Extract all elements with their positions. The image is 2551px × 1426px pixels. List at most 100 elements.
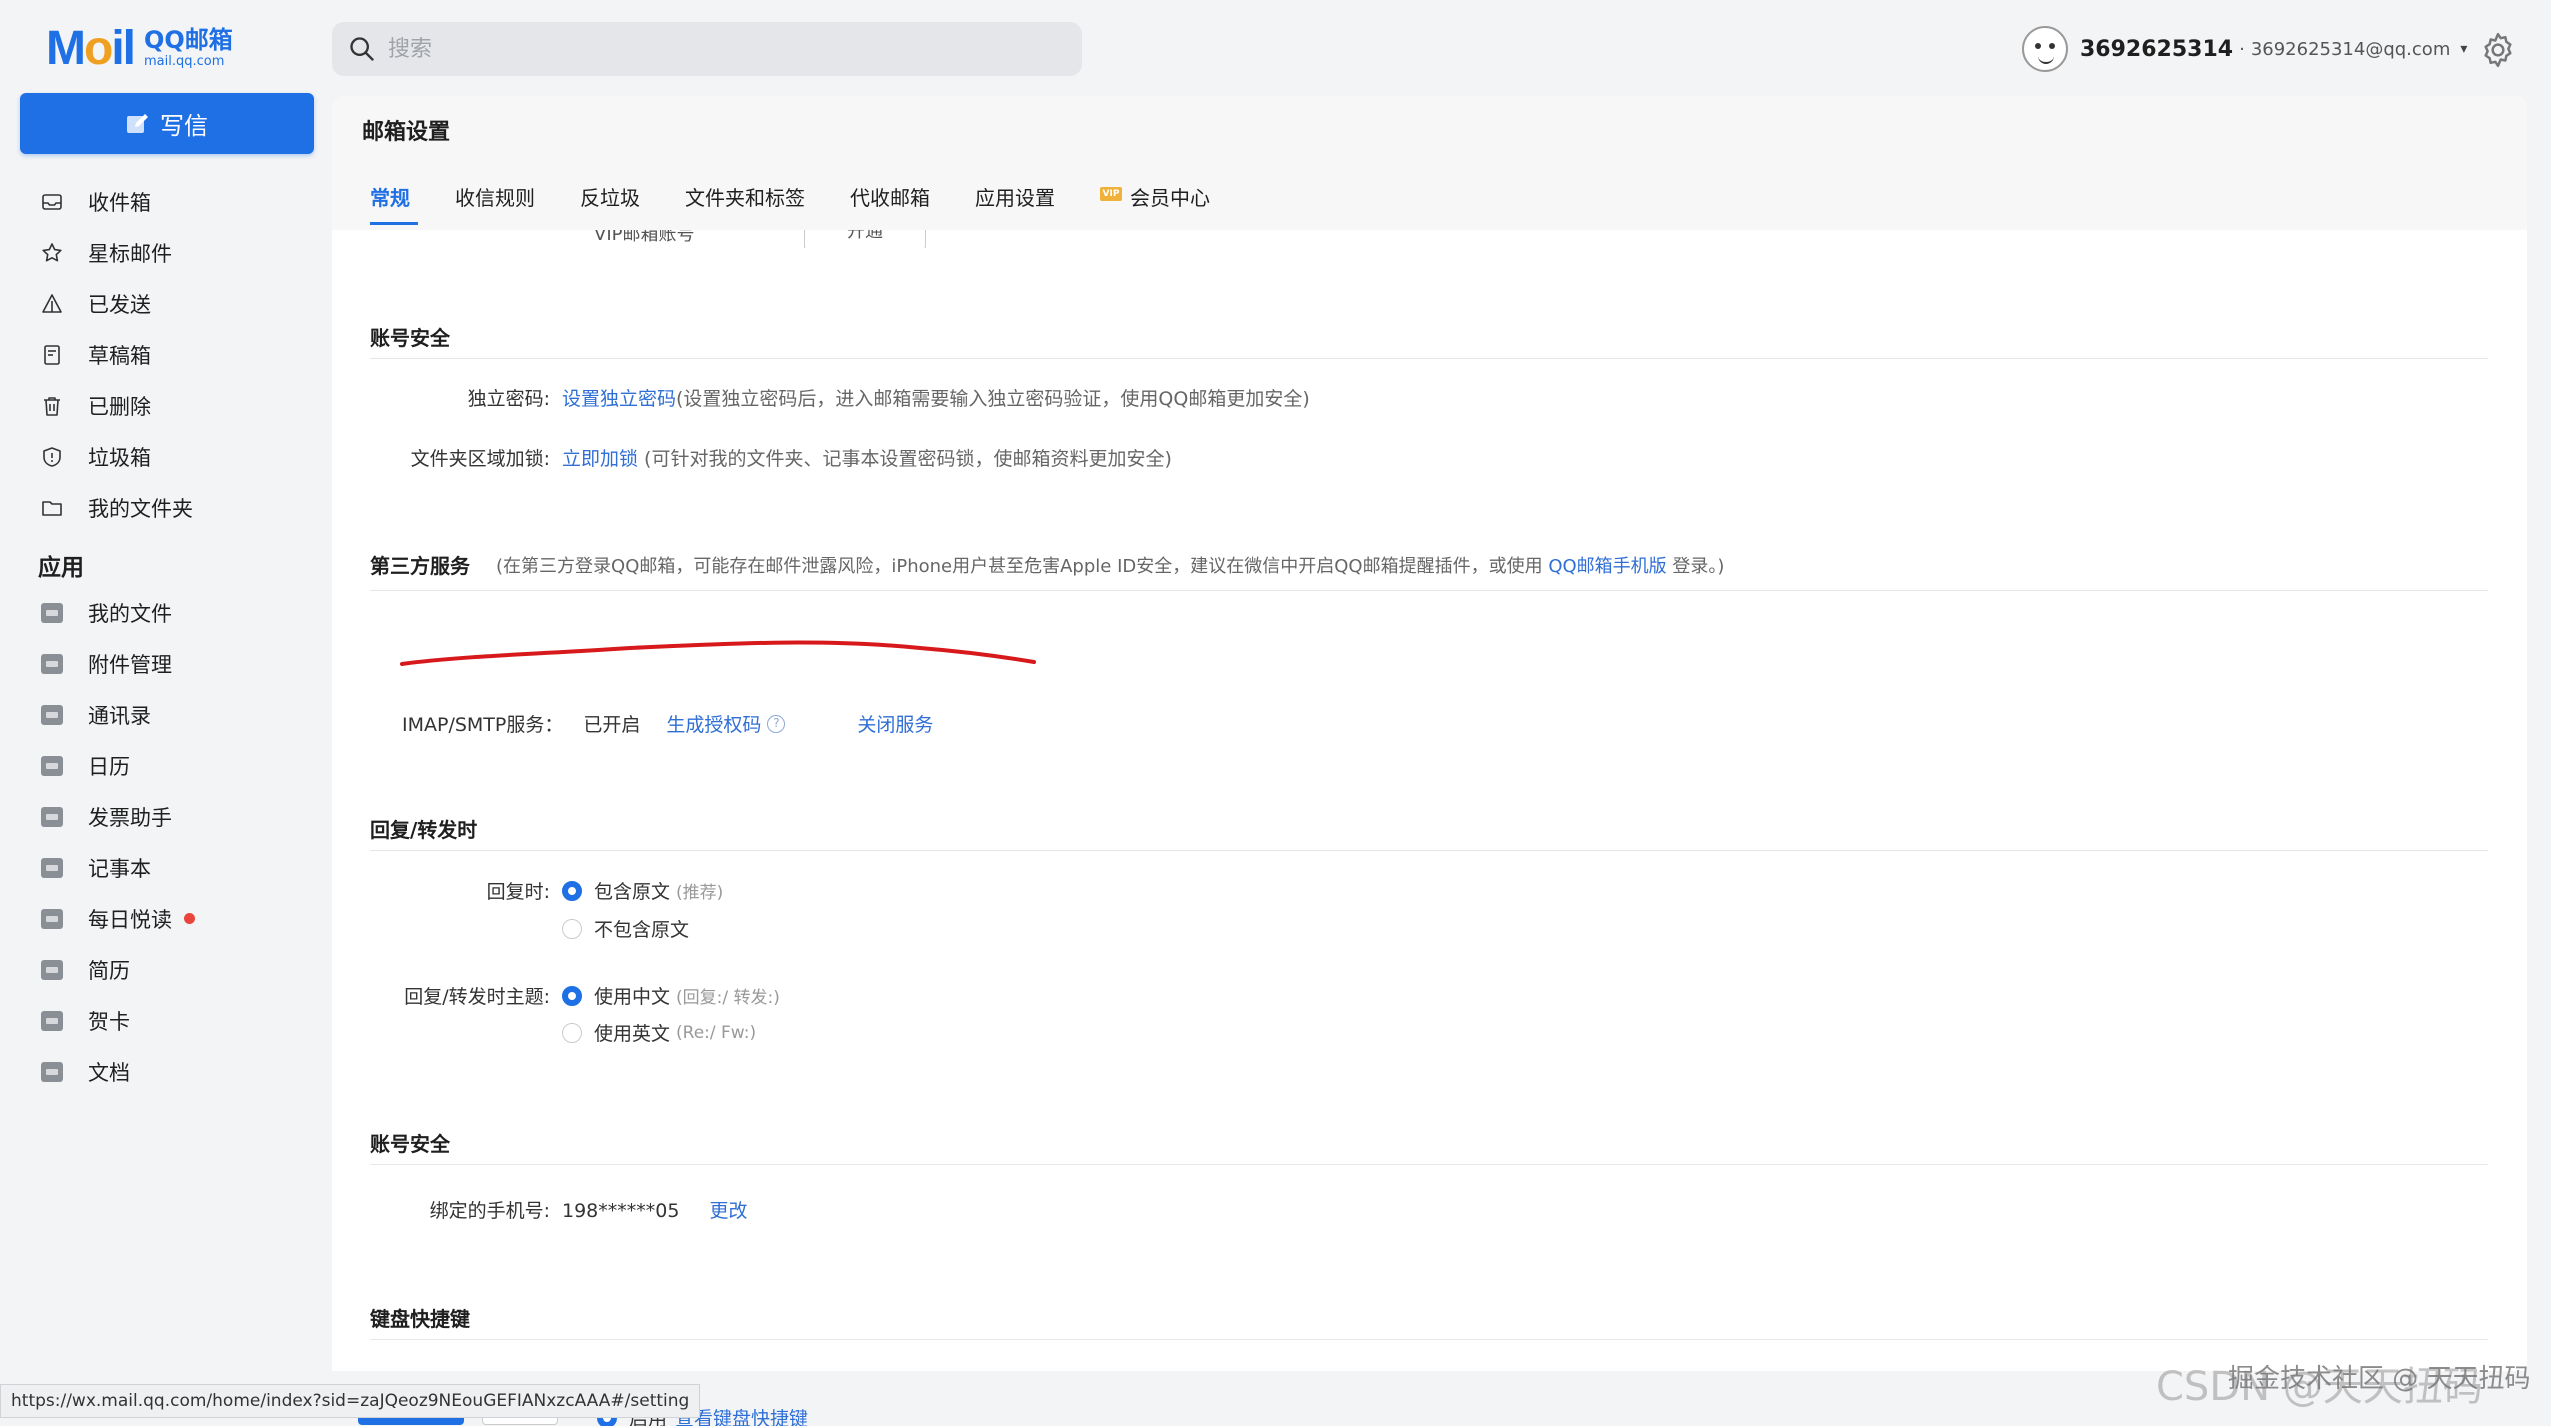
vip-icon: VIP (1100, 187, 1122, 201)
radio-include-original[interactable] (562, 880, 582, 901)
logo-url: mail.qq.com (143, 54, 225, 69)
app-item-contacts[interactable]: 通讯录 (38, 689, 195, 740)
app-item-notepad[interactable]: 记事本 (38, 842, 195, 893)
change-phone-link[interactable]: 更改 (710, 1200, 748, 1222)
keyboard-section: 键盘快捷键 (370, 1303, 2488, 1340)
app-item-greeting-card[interactable]: 贺卡 (38, 995, 195, 1046)
page-title: 邮箱设置 (362, 120, 451, 145)
tab-anti-spam[interactable]: 反垃圾 (580, 182, 640, 224)
folder-icon (38, 494, 66, 522)
tab-vip-center[interactable]: VIP 会员中心 (1100, 182, 1210, 224)
draft-icon (38, 341, 66, 369)
sidebar-item-inbox[interactable]: 收件箱 (38, 176, 193, 227)
option-exclude-original[interactable]: 不包含原文 (594, 915, 689, 942)
qq-mail-logo[interactable]: Moil QQ邮箱 mail.qq.com (46, 20, 233, 76)
settings-panel: 邮箱设置 常规 收信规则 反垃圾 文件夹和标签 代收邮箱 应用设置 VIP 会员中… (332, 96, 2527, 1426)
unread-dot (184, 913, 195, 924)
folder-lock-row: 文件夹区域加锁: 立即加锁 (可针对我的文件夹、记事本设置密码锁，使邮箱资料更加… (332, 444, 1172, 471)
app-item-daily-reading[interactable]: 每日悦读 (38, 893, 195, 944)
sidebar-item-starred[interactable]: 星标邮件 (38, 227, 193, 278)
tab-app-settings[interactable]: 应用设置 (975, 182, 1055, 224)
top-bar: Moil QQ邮箱 mail.qq.com 3692625314 · 36926… (0, 0, 2551, 96)
field-label: 独立密码: (467, 388, 550, 410)
help-icon[interactable]: ? (767, 714, 786, 733)
third-party-note: (在第三方登录QQ邮箱，可能存在邮件泄露风险，iPhone用户甚至危害Apple… (496, 555, 1725, 577)
set-password-link[interactable]: 设置独立密码 (562, 388, 676, 410)
app-item-docs[interactable]: 文档 (38, 1046, 195, 1097)
phone-security-section: 账号安全 (370, 1128, 2488, 1165)
resume-icon (38, 956, 66, 984)
app-item-resume[interactable]: 简历 (38, 944, 195, 995)
sidebar-nav: 收件箱 星标邮件 已发送 草稿箱 已删除 垃圾箱 我的文件夹 (38, 176, 193, 533)
close-service-link[interactable]: 关闭服务 (857, 710, 933, 737)
tab-receive-rules[interactable]: 收信规则 (455, 182, 535, 224)
compose-label: 写信 (160, 112, 208, 140)
bound-phone-row: 绑定的手机号: 198******05 更改 (332, 1196, 748, 1223)
vip-open-button[interactable]: 开通 (804, 230, 926, 248)
imap-status: 已开启 (583, 714, 641, 736)
account-security-section: 账号安全 (370, 322, 2488, 359)
reply-quote-row: 回复时: 包含原文 (推荐) (332, 877, 723, 904)
search-icon (350, 37, 374, 61)
my-files-icon (38, 599, 66, 627)
watermark-top: 掘金技术社区 @ 天天扭码 (2228, 1364, 2531, 1394)
calendar-icon (38, 752, 66, 780)
radio-exclude-original[interactable] (562, 918, 582, 939)
sidebar-item-sent[interactable]: 已发送 (38, 278, 193, 329)
radio-use-chinese[interactable] (562, 985, 582, 1006)
search-bar[interactable] (332, 22, 1082, 76)
tab-proxy-mailbox[interactable]: 代收邮箱 (850, 182, 930, 224)
tab-folders-labels[interactable]: 文件夹和标签 (685, 182, 805, 224)
attachment-icon (38, 650, 66, 678)
sidebar-item-drafts[interactable]: 草稿箱 (38, 329, 193, 380)
imap-smtp-row: IMAP/SMTP服务： 已开启 生成授权码 ? 关闭服务 (402, 710, 933, 737)
logo-cn: QQ邮箱 (143, 26, 233, 54)
vip-account-row: VIP邮箱账号 开通 (594, 230, 994, 248)
shield-icon (38, 443, 66, 471)
logo-mark: Moil (46, 21, 136, 75)
reply-no-quote-row: 不包含原文 (562, 915, 689, 942)
option-use-english[interactable]: 使用英文 (594, 1019, 670, 1046)
imap-label: IMAP/SMTP服务： (402, 714, 564, 736)
app-item-attachments[interactable]: 附件管理 (38, 638, 195, 689)
field-label: 绑定的手机号: (429, 1200, 550, 1222)
mobile-app-link[interactable]: QQ邮箱手机版 (1548, 556, 1666, 577)
independent-password-row: 独立密码: 设置独立密码(设置独立密码后，进入邮箱需要输入独立密码验证，使用QQ… (332, 384, 1310, 411)
account-menu[interactable]: 3692625314 · 3692625314@qq.com ▾ (2022, 24, 2467, 74)
app-item-my-files[interactable]: 我的文件 (38, 587, 195, 638)
lock-now-link[interactable]: 立即加锁 (562, 448, 638, 470)
sidebar-item-deleted[interactable]: 已删除 (38, 380, 193, 431)
option-use-chinese[interactable]: 使用中文 (594, 982, 670, 1009)
inbox-icon (38, 188, 66, 216)
chevron-down-icon[interactable]: ▾ (2460, 41, 2467, 57)
search-input[interactable] (388, 36, 988, 62)
app-item-invoice[interactable]: 发票助手 (38, 791, 195, 842)
generate-auth-code-link[interactable]: 生成授权码 (666, 710, 761, 737)
reply-forward-section: 回复/转发时 (370, 814, 2488, 851)
radio-use-english[interactable] (562, 1022, 582, 1043)
vip-account-label: VIP邮箱账号 (594, 230, 695, 245)
card-icon (38, 1007, 66, 1035)
settings-header: 邮箱设置 常规 收信规则 反垃圾 文件夹和标签 代收邮箱 应用设置 VIP 会员中… (332, 96, 2527, 230)
section-title: 键盘快捷键 (370, 1307, 470, 1331)
apps-nav: 我的文件 附件管理 通讯录 日历 发票助手 记事本 每日悦读 简历 贺卡 文档 (38, 587, 195, 1097)
sidebar-item-spam[interactable]: 垃圾箱 (38, 431, 193, 482)
compose-icon (127, 113, 148, 133)
avatar[interactable] (2022, 26, 2068, 72)
field-label: 回复/转发时主题: (404, 986, 550, 1008)
phone-number: 198******05 (562, 1200, 680, 1222)
section-title: 第三方服务 (370, 554, 470, 578)
tab-general[interactable]: 常规 (370, 182, 418, 225)
divider (370, 850, 2488, 851)
option-include-original[interactable]: 包含原文 (594, 877, 670, 904)
compose-button[interactable]: 写信 (20, 93, 314, 154)
account-email: 3692625314@qq.com (2250, 38, 2451, 60)
contacts-icon (38, 701, 66, 729)
reply-subject-row: 回复/转发时主题: 使用中文 (回复:/ 转发:) (332, 982, 780, 1009)
gear-icon[interactable] (2478, 30, 2518, 70)
divider (370, 1339, 2488, 1340)
invoice-icon (38, 803, 66, 831)
app-item-calendar[interactable]: 日历 (38, 740, 195, 791)
sidebar-item-my-folders[interactable]: 我的文件夹 (38, 482, 193, 533)
notepad-icon (38, 854, 66, 882)
